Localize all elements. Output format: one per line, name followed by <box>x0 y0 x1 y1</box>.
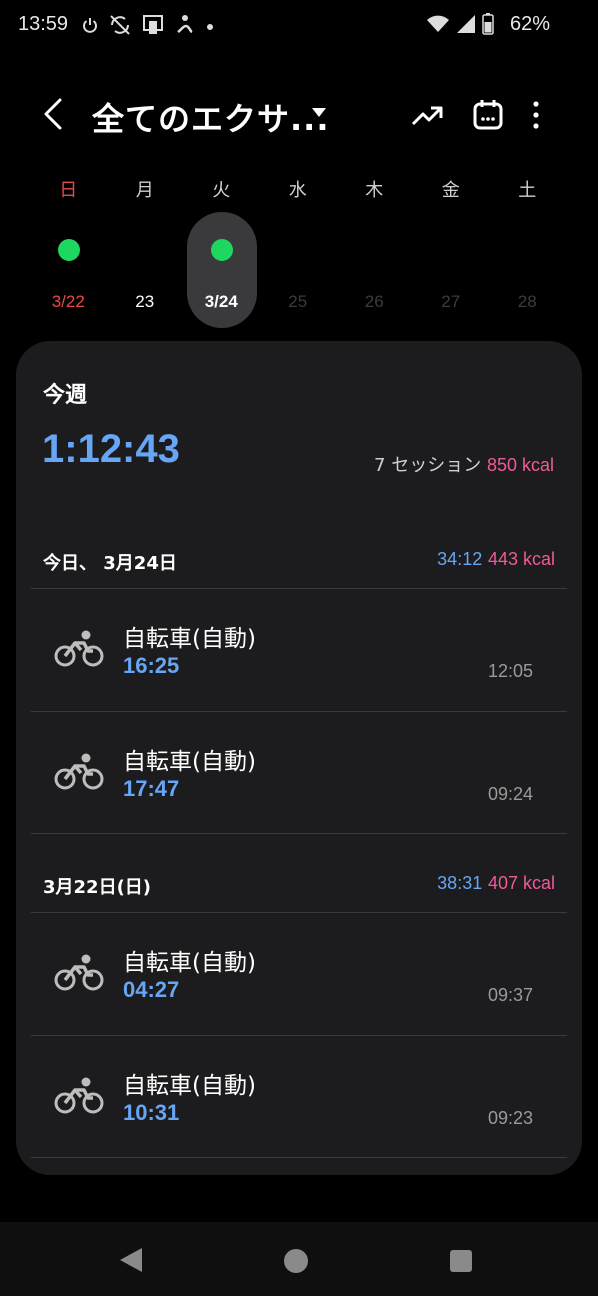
nav-recents-button[interactable] <box>450 1250 472 1276</box>
group-stats: 34:12 443 kcal <box>437 549 555 570</box>
dropdown-caret-icon[interactable] <box>312 108 326 117</box>
activity-start-time: 09:23 <box>487 1108 533 1128</box>
bicycle-icon <box>54 630 104 667</box>
more-icon <box>533 101 539 129</box>
exercise-row[interactable]: 自転車(自動) 17:47 09:24 <box>31 712 567 834</box>
weekday-sat: 土 <box>518 180 537 201</box>
recents-square-icon <box>450 1250 472 1272</box>
status-time: 13:59 <box>18 13 69 35</box>
nfc-icon <box>142 14 164 40</box>
weekday-thu: 木 <box>365 180 384 201</box>
power-icon <box>82 16 98 38</box>
activity-duration: 17:47 <box>123 776 180 801</box>
day-cell[interactable]: 26 <box>336 212 413 328</box>
weekday-sun: 日 <box>59 180 78 201</box>
activity-start-time: 09:24 <box>487 784 533 804</box>
day-number: 3/22 <box>51 292 85 311</box>
day-number: 27 <box>441 292 461 311</box>
week-kcal: 850 kcal <box>486 455 554 475</box>
status-system-icons <box>426 13 494 39</box>
bicycle-icon <box>54 1077 104 1114</box>
exercise-row[interactable]: 自転車(自動) 10:31 09:23 <box>31 1036 567 1158</box>
app-header: 全てのエクサ... <box>0 80 598 150</box>
exercise-row[interactable]: 自転車(自動) 04:27 09:37 <box>31 913 567 1035</box>
weekday-header: 日 月 火 水 木 金 土 <box>30 176 566 202</box>
activity-name: 自転車(自動) <box>123 950 256 976</box>
screen: 13:59 62% 全てのエクサ... 日 月 火 水 木 金 土 3/22 2… <box>0 0 598 1296</box>
sync-off-icon <box>108 14 132 40</box>
group-kcal: 407 kcal <box>487 873 555 893</box>
day-cell[interactable]: 28 <box>489 212 566 328</box>
week-summary-meta: 7 セッション 850 kcal <box>374 451 554 477</box>
back-button[interactable] <box>36 94 72 134</box>
activity-name: 自転車(自動) <box>123 1073 256 1099</box>
group-date: 3月22日(日) <box>43 877 152 898</box>
group-time: 34:12 <box>437 549 483 569</box>
back-arrow-icon <box>44 98 62 130</box>
day-cell[interactable]: 27 <box>413 212 490 328</box>
weekday-fri: 金 <box>441 180 460 201</box>
wifi-icon <box>426 14 450 38</box>
bicycle-icon <box>54 954 104 991</box>
system-nav-bar <box>0 1222 598 1296</box>
week-sessions: 7 セッション <box>374 455 482 476</box>
status-bar: 13:59 62% <box>0 0 598 52</box>
exercise-filter-title[interactable]: 全てのエクサ... <box>92 94 329 140</box>
weekday-tue: 火 <box>212 180 231 201</box>
activity-start-time: 09:37 <box>487 985 533 1005</box>
more-options-button[interactable] <box>526 98 546 132</box>
fitness-icon <box>174 14 194 40</box>
weekday-wed: 水 <box>288 180 307 201</box>
nav-back-button[interactable] <box>118 1246 144 1278</box>
activity-dot <box>211 239 233 261</box>
exercise-history-card: 今週 1:12:43 7 セッション 850 kcal 今日、 3月24日 34… <box>16 341 582 1175</box>
activity-dot <box>58 239 80 261</box>
group-date: 今日、 3月24日 <box>43 553 177 574</box>
divider <box>31 833 567 834</box>
week-total-time: 1:12:43 <box>42 427 180 471</box>
trend-button[interactable] <box>410 98 444 132</box>
trend-icon <box>411 106 443 126</box>
day-group-header: 3月22日(日) 38:31 407 kcal <box>43 867 555 907</box>
status-notification-icons <box>82 14 216 40</box>
home-circle-icon <box>284 1249 308 1273</box>
battery-icon <box>482 13 494 39</box>
calendar-icon <box>473 100 503 130</box>
day-number: 26 <box>364 292 384 311</box>
calendar-button[interactable] <box>471 98 505 132</box>
activity-duration: 04:27 <box>123 977 180 1002</box>
activity-name: 自転車(自動) <box>123 749 256 775</box>
activity-name: 自転車(自動) <box>123 626 256 652</box>
group-stats: 38:31 407 kcal <box>437 873 555 894</box>
battery-percent: 62% <box>509 13 550 35</box>
divider <box>31 1157 567 1158</box>
day-cell[interactable]: 25 <box>260 212 337 328</box>
day-group-header: 今日、 3月24日 34:12 443 kcal <box>43 543 555 583</box>
weekday-mon: 月 <box>135 180 154 201</box>
day-cell[interactable]: 3/22 <box>30 212 107 328</box>
back-triangle-icon <box>120 1248 142 1272</box>
day-number: 23 <box>135 292 155 311</box>
activity-duration: 16:25 <box>123 653 180 678</box>
bicycle-icon <box>54 753 104 790</box>
day-cell-selected[interactable]: 3/24 <box>183 212 260 328</box>
signal-icon <box>456 14 476 38</box>
group-time: 38:31 <box>437 873 483 893</box>
day-cell[interactable]: 23 <box>107 212 184 328</box>
day-number: 25 <box>288 292 308 311</box>
group-kcal: 443 kcal <box>487 549 555 569</box>
day-number: 3/24 <box>204 292 238 311</box>
week-summary-label: 今週 <box>43 383 88 408</box>
activity-start-time: 12:05 <box>487 661 533 681</box>
nav-home-button[interactable] <box>283 1248 309 1278</box>
exercise-row[interactable]: 自転車(自動) 16:25 12:05 <box>31 589 567 711</box>
week-day-strip: 3/22 23 3/24 25 26 27 28 <box>30 212 566 328</box>
dot-icon <box>204 18 216 37</box>
day-number: 28 <box>517 292 537 311</box>
activity-duration: 10:31 <box>123 1100 180 1125</box>
